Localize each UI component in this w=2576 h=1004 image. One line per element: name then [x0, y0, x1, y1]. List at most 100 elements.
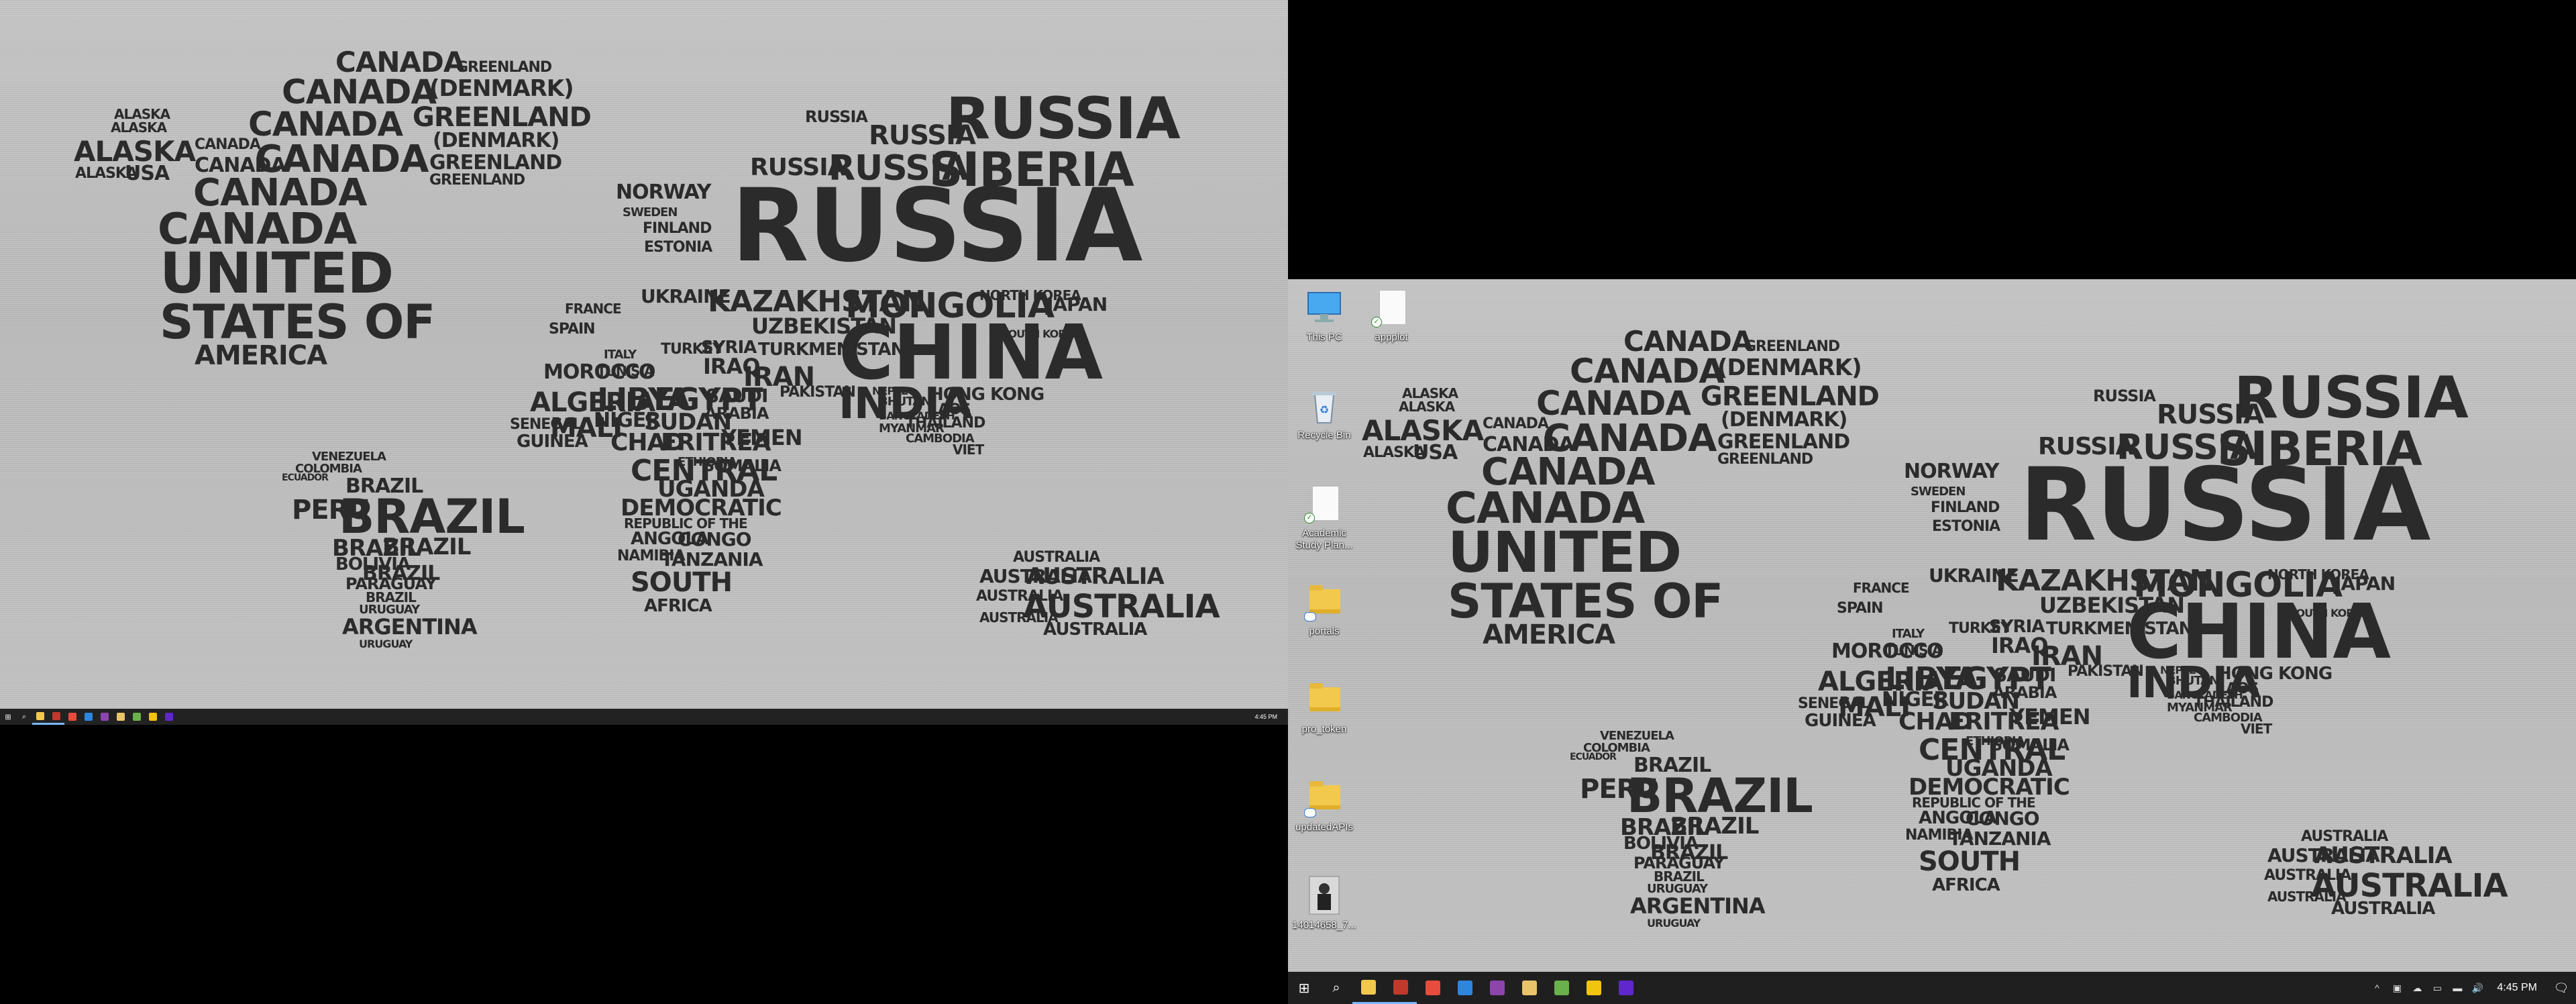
map-word: NAMIBIA — [1905, 827, 1973, 844]
search-taskbar-button[interactable]: ⌕ — [16, 709, 32, 725]
chrome-icon — [1522, 981, 1537, 995]
desktop-icon[interactable]: ♻ Recycle Bin — [1292, 381, 1356, 468]
filezilla-taskbar-button[interactable] — [1385, 972, 1417, 1004]
map-word: STATES OF — [160, 295, 435, 350]
map-word: ERITREA — [661, 429, 771, 456]
notepad-taskbar-button[interactable] — [129, 709, 145, 725]
tray-icon[interactable]: ▣ — [2387, 972, 2407, 1004]
start-taskbar-button[interactable]: ⊞ — [1288, 972, 1320, 1004]
map-word: RUSSIA — [805, 107, 868, 126]
notepad-taskbar-button[interactable] — [1546, 972, 1578, 1004]
file-explorer-taskbar-button[interactable] — [32, 709, 48, 725]
map-word: ALASKA — [1399, 399, 1455, 415]
filezilla-taskbar-button[interactable] — [48, 709, 64, 725]
phpstorm-icon — [1490, 981, 1505, 995]
app-purple-taskbar-button[interactable] — [1610, 972, 1642, 1004]
tray-icon[interactable]: ^ — [2367, 972, 2387, 1004]
phpstorm-taskbar-button[interactable] — [97, 709, 113, 725]
map-word: MALI — [550, 413, 623, 444]
start-icon: ⊞ — [1298, 981, 1310, 996]
document-icon: ✓ — [1370, 286, 1413, 329]
ruby-taskbar-button[interactable] — [64, 709, 80, 725]
file-explorer-icon — [1361, 979, 1376, 995]
map-word: RUSSIA — [731, 168, 1143, 285]
svg-text:♻: ♻ — [1320, 405, 1329, 416]
left-tray: 4:45 PM — [1244, 709, 1288, 725]
map-word: TUNISIA — [1885, 642, 1942, 658]
map-word: ALASKA — [114, 106, 170, 122]
tray-icon[interactable]: ▬ — [2447, 972, 2467, 1004]
chrome-taskbar-button[interactable] — [1513, 972, 1546, 1004]
map-word: AFRICA — [644, 596, 712, 616]
map-word: AFRICA — [1932, 875, 2000, 895]
desktop-icon[interactable]: ✓ Academic Study Plan... — [1292, 479, 1356, 566]
map-word: FRANCE — [1853, 580, 1910, 596]
map-word: SOUTH KOREA — [2289, 607, 2369, 619]
sticky-taskbar-button[interactable] — [145, 709, 161, 725]
tray-icon[interactable]: ▭ — [2427, 972, 2447, 1004]
map-word: GREENLAND — [1717, 430, 1850, 454]
start-icon: ⊞ — [5, 713, 11, 721]
map-word: LAOS — [929, 401, 971, 418]
notification-icon[interactable]: 🗨 — [2546, 972, 2576, 1004]
desktop-icon-label: appplot — [1375, 332, 1408, 343]
app-blue-taskbar-button[interactable] — [1449, 972, 1481, 1004]
map-word: AUSTRALIA — [2314, 842, 2453, 869]
tray-icon[interactable]: ☁ — [2407, 972, 2427, 1004]
map-word: USA — [1413, 441, 1458, 464]
app-purple-taskbar-button[interactable] — [161, 709, 177, 725]
map-word: RUSSIA — [2093, 387, 2156, 405]
cloud-icon — [1304, 808, 1316, 817]
map-word: SOUTH — [631, 567, 733, 598]
map-word: RUSSIA — [2234, 364, 2469, 432]
notepad-icon — [1554, 981, 1569, 995]
right-clock[interactable]: 4:45 PM — [2487, 982, 2546, 994]
desktop-icon[interactable]: updatedAPIs — [1292, 773, 1356, 860]
map-word: LAOS — [2217, 681, 2259, 697]
map-word: (DENMARK) — [429, 75, 574, 102]
map-word: USA — [125, 162, 170, 185]
map-word: SWEDEN — [623, 205, 678, 219]
app-purple-icon — [1619, 981, 1633, 995]
start-taskbar-button[interactable]: ⊞ — [0, 709, 16, 725]
map-word: ERITREA — [1949, 708, 2059, 736]
search-taskbar-button[interactable]: ⌕ — [1320, 972, 1352, 1004]
sticky-taskbar-button[interactable] — [1578, 972, 1610, 1004]
desktop-icon[interactable]: pro_token — [1292, 675, 1356, 762]
search-icon: ⌕ — [21, 712, 27, 721]
desktop-icon[interactable]: ✓ appplot — [1359, 283, 1424, 370]
chrome-taskbar-button[interactable] — [113, 709, 129, 725]
map-word: (DENMARK) — [1717, 354, 1862, 381]
map-word: RUSSIA — [2019, 447, 2431, 564]
desktop-icon[interactable]: 14014658_7... — [1292, 871, 1356, 958]
map-word: AMERICA — [195, 340, 327, 371]
phpstorm-taskbar-button[interactable] — [1481, 972, 1513, 1004]
sync-check-icon: ✓ — [1371, 317, 1382, 328]
sticky-icon — [149, 713, 157, 721]
map-word: GREENLAND — [1717, 451, 1813, 468]
map-word: BHUTAN — [2167, 674, 2219, 688]
ruby-taskbar-button[interactable] — [1417, 972, 1449, 1004]
map-word: (DENMARK) — [1721, 408, 1847, 432]
world-map-wallpaper: CANADA GREENLAND (DENMARK) CANADA GREENLAND A… — [1288, 279, 2576, 972]
cloud-icon — [1304, 612, 1316, 621]
map-word: BRAZIL — [1654, 868, 1705, 885]
file-explorer-taskbar-button[interactable] — [1352, 972, 1385, 1004]
map-word: CANADA — [248, 105, 403, 144]
desktop-icon[interactable]: portals — [1292, 577, 1356, 664]
recycle-bin-icon: ♻ — [1303, 384, 1346, 427]
app-blue-taskbar-button[interactable] — [80, 709, 97, 725]
left-monitor: CANADA GREENLAND (DENMARK) CANADA GREENLAND A… — [0, 0, 1288, 725]
monitor-icon — [1303, 286, 1346, 329]
ruby-icon — [68, 713, 76, 721]
tray-icon[interactable]: 🔊 — [2467, 972, 2487, 1004]
map-word: AUSTRALIA — [2331, 899, 2435, 919]
left-clock[interactable]: 4:45 PM — [1244, 713, 1288, 720]
desktop-icon-label: Recycle Bin — [1297, 430, 1351, 441]
map-word: CANADA — [1483, 415, 1549, 432]
system-tray: ^ ▣ ☁ ▭ ▬ 🔊 4:45 PM 🗨 — [2367, 972, 2576, 1004]
map-word: ECUADOR — [282, 472, 329, 483]
phpstorm-icon — [101, 713, 109, 721]
desktop-icon[interactable]: This PC — [1292, 283, 1356, 370]
ruby-icon — [1426, 981, 1440, 995]
